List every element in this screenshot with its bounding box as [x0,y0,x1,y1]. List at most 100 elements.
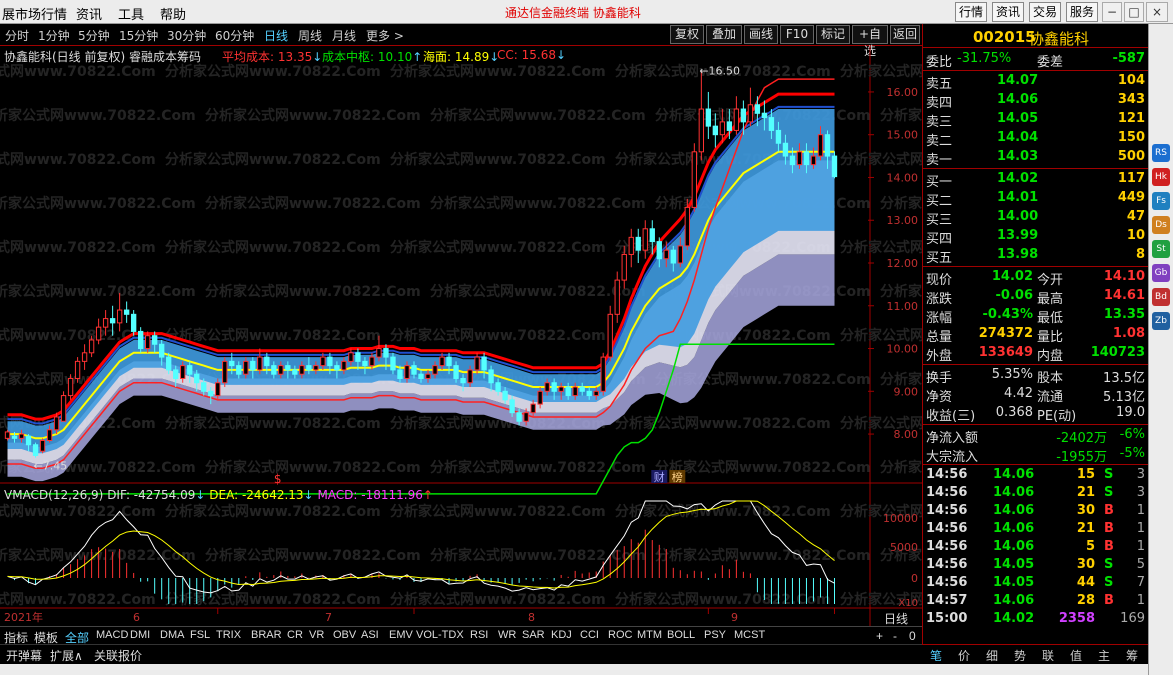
indicator-fsl-tab[interactable]: FSL [190,629,210,641]
badge-cai: 财 [654,470,665,484]
candle-body [376,348,382,358]
watermark-text: 分析家公式网www.70822.Com [0,107,196,124]
indicator-dma-tab[interactable]: DMA [160,629,184,641]
tick-row: 14:56 14.05 44 S 7 [923,574,1149,593]
indicator-kdj-tab[interactable]: KDJ [551,629,572,641]
candle-body [341,360,347,371]
service-button[interactable]: 服务 [1066,2,1098,22]
quote-button[interactable]: 行情 [955,2,987,22]
period-tab[interactable]: 月线 [332,27,356,44]
price-axis-label: 10.00 [887,343,919,356]
period-tab[interactable]: 周线 [298,27,322,44]
indicator-cr-tab[interactable]: CR [287,629,303,641]
close-icon[interactable]: × [1146,2,1168,22]
period-tab[interactable]: 60分钟 [215,27,254,44]
indicator-vr-tab[interactable]: VR [309,629,324,641]
zoom-reset-button[interactable]: 0 [909,629,916,643]
maximize-icon[interactable]: □ [1124,2,1144,22]
add-watchlist-button[interactable]: +自选 [852,25,888,58]
shortcut-icon[interactable]: RS [1152,144,1170,162]
detail-tab[interactable]: 笔 [930,647,942,664]
indicator-obv-tab[interactable]: OBV [333,629,356,641]
candle-body [243,360,249,375]
more-periods[interactable]: 更多 > [366,27,404,44]
period-tab[interactable]: 1分钟 [38,27,70,44]
indicator-mcst-tab[interactable]: MCST [734,629,765,641]
indicator-brar-tab[interactable]: BRAR [251,629,282,641]
indicator-rsi-tab[interactable]: RSI [470,629,488,641]
indicator-asi-tab[interactable]: ASI [361,629,379,641]
indicator-cci-tab[interactable]: CCI [580,629,599,641]
f10-button[interactable]: F10 [780,25,814,44]
shortcut-icon[interactable]: Hk [1152,168,1170,186]
tick-row: 14:56 14.06 5 B 1 [923,538,1149,557]
shortcut-icon[interactable]: Ds [1152,216,1170,234]
candle-body [474,356,480,371]
candle-body [509,399,515,414]
indicator-wr-tab[interactable]: WR [498,629,516,641]
indicator-roc-tab[interactable]: ROC [608,629,632,641]
candle-body [180,365,186,379]
indicator-boll-tab[interactable]: BOLL [667,629,695,641]
draw-line-button[interactable]: 画线 [744,25,778,44]
price-axis-label: 16.00 [887,86,919,99]
menu-news[interactable]: 资讯 [76,4,102,23]
candle-body [817,134,824,157]
minimize-icon[interactable]: − [1102,2,1122,22]
weicha-label: 委差 [1037,55,1064,70]
period-tab[interactable]: 5分钟 [78,27,110,44]
news-button[interactable]: 资讯 [992,2,1024,22]
related-quote-button[interactable]: 关联报价 [94,647,142,664]
period-tab-daily[interactable]: 日线 [264,27,288,44]
candle-body [334,365,340,371]
candle-body [768,117,775,131]
tick-row: 15:00 14.02 2358 169 [923,610,1149,629]
detail-tab[interactable]: 价 [958,647,970,664]
period-tab[interactable]: 分时 [5,27,29,44]
back-button[interactable]: 返回 [890,25,920,44]
watermark-text: 分析家公式网www.70822.Com [165,327,381,344]
danmu-button[interactable]: 开弹幕 [6,647,42,664]
indicator-emv-tab[interactable]: EMV [389,629,413,641]
zoom-out-button[interactable]: - [893,629,897,643]
detail-tab[interactable]: 势 [1014,647,1026,664]
indicator-mtm-tab[interactable]: MTM [637,629,662,641]
expand-button[interactable]: 扩展∧ [50,647,83,664]
tdx-terminal-window: 展市场行情 资讯 工具 帮助 通达信金融终端 协鑫能科 行情 资讯 交易 服务 … [0,0,1173,675]
detail-tab[interactable]: 筹 [1126,647,1138,664]
period-tab[interactable]: 30分钟 [167,27,206,44]
shortcut-icon[interactable]: Fs [1152,192,1170,210]
overlay-button[interactable]: 叠加 [706,25,742,44]
detail-tab[interactable]: 联 [1042,647,1054,664]
menu-help[interactable]: 帮助 [160,4,186,23]
kline-svg[interactable]: 分析家公式网www.70822.Com 分析家公式网www.70822.Com 分析… [0,46,922,626]
candle-body [488,369,494,384]
indicator-psy-tab[interactable]: PSY [704,629,726,641]
candle-body [502,390,508,401]
shortcut-icon[interactable]: Zb [1152,312,1170,330]
shortcut-icon[interactable]: Bd [1152,288,1170,306]
shortcut-icon[interactable]: Gb [1152,264,1170,282]
trade-button[interactable]: 交易 [1029,2,1061,22]
menu-market[interactable]: 展市场行情 [2,4,67,23]
fuquan-button[interactable]: 复权 [670,25,704,44]
candle-body [208,390,214,397]
bid-row: 买四 13.99 10 [923,227,1149,247]
indicator-vol-tdx-tab[interactable]: VOL-TDX [416,629,464,641]
indicator-sar-tab[interactable]: SAR [522,629,545,641]
menu-tools[interactable]: 工具 [118,4,144,23]
indicator-macd-tab[interactable]: MACD [96,629,128,641]
indicator-trix-tab[interactable]: TRIX [216,629,241,641]
detail-tab[interactable]: 细 [986,647,998,664]
kline-chart-area[interactable]: 分析家公式网www.70822.Com 分析家公式网www.70822.Com 分析… [0,46,922,626]
detail-tab[interactable]: 值 [1070,647,1082,664]
shortcut-icon[interactable]: St [1152,240,1170,258]
indicator-dmi-tab[interactable]: DMI [130,629,150,641]
watermark-text: 分析家公式网www.70822.Com [840,63,922,80]
mark-button[interactable]: 标记 [816,25,850,44]
watermark-text: 分析家公式网www.70822.Com [430,107,646,124]
period-tab[interactable]: 15分钟 [119,27,158,44]
detail-tab[interactable]: 主 [1098,647,1110,664]
zoom-in-button[interactable]: + [876,629,883,643]
tick-row: 14:56 14.05 30 S 5 [923,556,1149,575]
